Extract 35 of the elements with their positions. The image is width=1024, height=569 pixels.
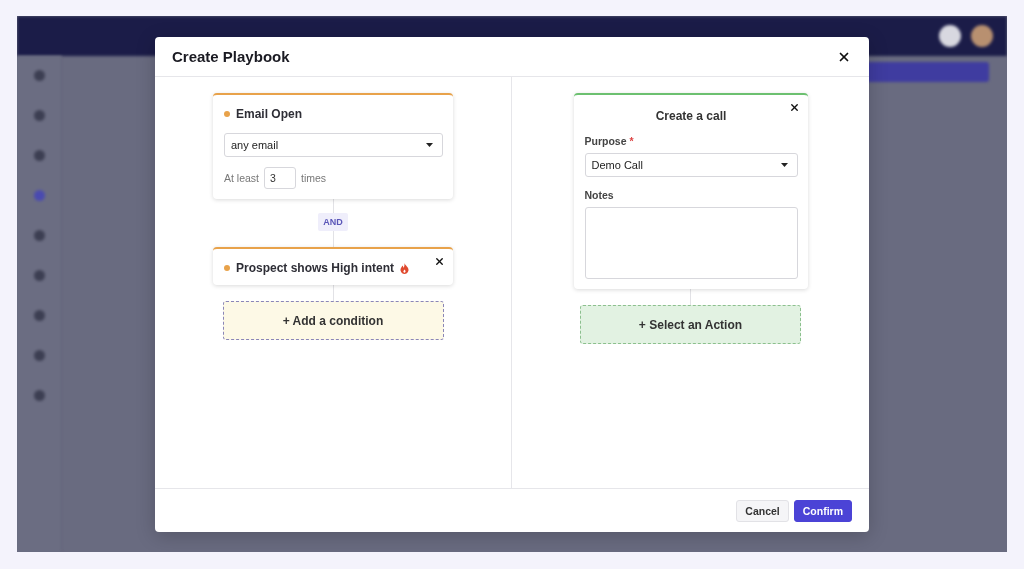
caret-icon (426, 143, 433, 147)
close-button[interactable] (434, 256, 445, 267)
flame-icon (400, 262, 409, 274)
caret-icon (780, 163, 788, 167)
nav-icon[interactable] (33, 110, 45, 121)
confirm-button[interactable]: Confirm (793, 499, 852, 522)
nav-icon[interactable] (33, 150, 45, 161)
nav-icon[interactable] (33, 310, 45, 321)
count-suffix: times (301, 172, 327, 184)
nav-icon[interactable] (33, 350, 45, 361)
field-label: Notes (584, 189, 615, 201)
cancel-button[interactable]: Cancel (736, 499, 789, 522)
nav-icon[interactable] (33, 230, 45, 241)
field-label: Purpose * (584, 135, 635, 147)
count-prefix: At least (224, 172, 260, 184)
dialog-title: Create Playbook (172, 48, 290, 65)
condition-title: Prospect shows High intent (236, 261, 394, 275)
avatar[interactable] (939, 25, 961, 47)
select-action-button[interactable]: + Select an Action (580, 305, 801, 344)
purpose-select[interactable]: Demo Call (584, 153, 798, 177)
notes-field[interactable] (584, 207, 798, 279)
condition-title: Email Open (236, 107, 303, 121)
action-title: Create a call (654, 109, 728, 123)
count-input[interactable]: 3 (264, 167, 297, 189)
status-dot (224, 265, 230, 271)
nav-icon[interactable] (33, 70, 45, 81)
avatar[interactable] (971, 25, 993, 47)
nav-icon[interactable] (33, 270, 45, 281)
and-badge: AND (318, 213, 348, 231)
close-button[interactable] (788, 102, 800, 113)
add-condition-button[interactable]: + Add a condition (222, 301, 444, 340)
status-dot (224, 111, 230, 117)
nav-icon[interactable] (33, 190, 45, 201)
email-select[interactable]: any email (224, 133, 443, 157)
nav-icon[interactable] (33, 390, 45, 401)
